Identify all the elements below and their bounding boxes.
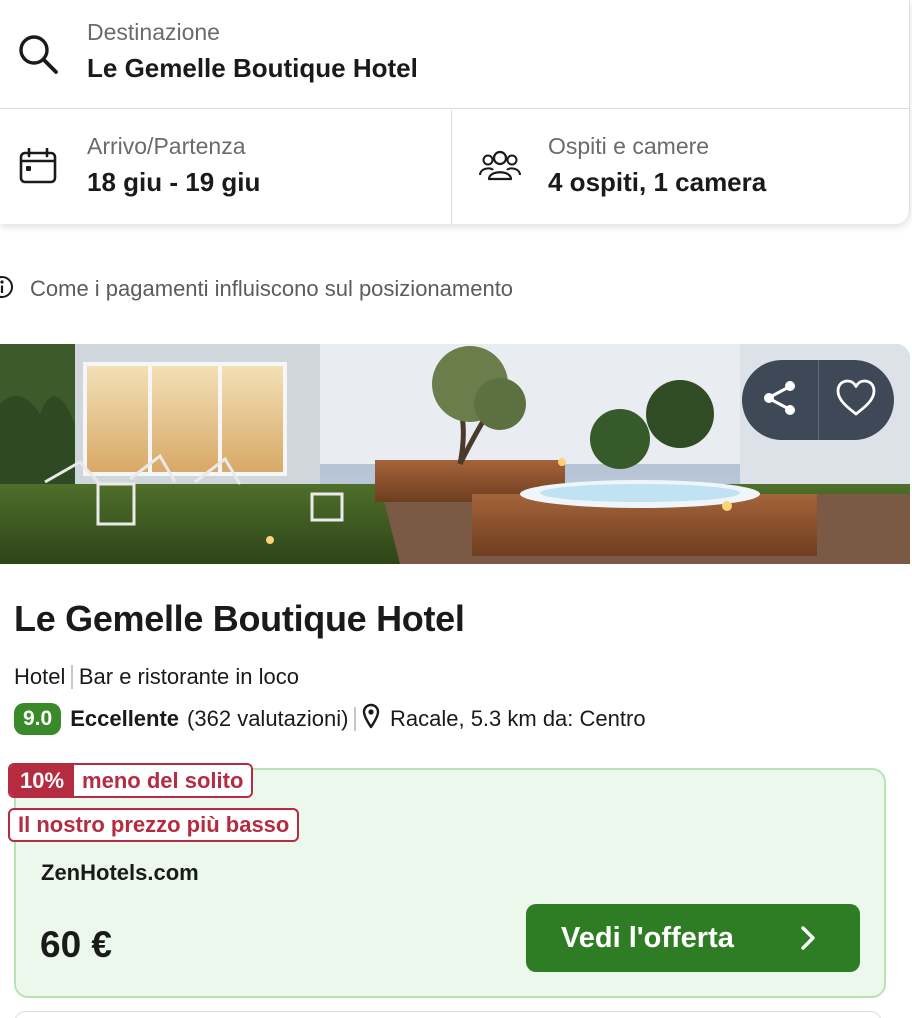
search-icon xyxy=(16,32,60,81)
score-badge: 9.0 xyxy=(14,703,62,735)
destination-label: Destinazione xyxy=(87,19,220,45)
deal-price: 60 € xyxy=(40,924,113,965)
meta-divider xyxy=(71,665,73,689)
guests-field[interactable]: Ospiti e camere 4 ospiti, 1 camera xyxy=(452,110,910,224)
ranking-info-text: Come i pagamenti influiscono sul posizio… xyxy=(30,276,514,301)
hotel-amenity: Bar e ristorante in loco xyxy=(78,664,299,689)
lowest-price-badge: Il nostro prezzo più basso xyxy=(8,808,300,842)
next-deal-card xyxy=(14,1011,882,1018)
discount-label: meno del solito xyxy=(74,765,252,796)
heart-icon xyxy=(835,379,877,422)
guests-value: 4 ospiti, 1 camera xyxy=(548,167,767,197)
view-deal-button[interactable]: Vedi l'offerta xyxy=(526,904,860,972)
rating-divider xyxy=(354,707,356,731)
chevron-right-icon xyxy=(800,926,816,955)
destination-value: Le Gemelle Boutique Hotel xyxy=(87,53,418,83)
destination-field[interactable]: Destinazione Le Gemelle Boutique Hotel xyxy=(0,0,910,109)
share-button[interactable] xyxy=(742,360,818,440)
info-icon xyxy=(0,274,22,305)
discount-percent: 10% xyxy=(10,765,75,796)
review-count[interactable]: (362 valutazioni) xyxy=(187,706,348,732)
search-summary-card: Destinazione Le Gemelle Boutique Hotel A… xyxy=(0,0,910,224)
photo-actions xyxy=(742,360,894,440)
score-word: Eccellente xyxy=(70,706,180,731)
dates-value: 18 giu - 19 giu xyxy=(87,167,261,197)
hotel-location[interactable]: Racale, 5.3 km da: Centro xyxy=(390,706,646,732)
hotel-meta: Hotel Bar e ristorante in loco xyxy=(14,664,299,690)
deal-provider: ZenHotels.com xyxy=(41,860,199,885)
hotel-name[interactable]: Le Gemelle Boutique Hotel xyxy=(14,598,465,640)
discount-badge: 10% meno del solito xyxy=(8,763,254,798)
share-icon xyxy=(760,378,800,423)
location-pin-icon xyxy=(362,703,380,735)
guests-label: Ospiti e camere xyxy=(548,133,710,159)
guests-icon xyxy=(479,148,521,187)
view-deal-label: Vedi l'offerta xyxy=(561,921,734,954)
calendar-icon xyxy=(19,147,57,189)
dates-label: Arrivo/Partenza xyxy=(87,133,246,159)
rating-line: 9.0 Eccellente (362 valutazioni) Racale,… xyxy=(14,702,646,736)
favorite-button[interactable] xyxy=(819,360,895,440)
ranking-info-link[interactable]: Come i pagamenti influiscono sul posizio… xyxy=(0,274,513,304)
hotel-type: Hotel xyxy=(14,664,66,689)
dates-field[interactable]: Arrivo/Partenza 18 giu - 19 giu xyxy=(0,110,452,224)
